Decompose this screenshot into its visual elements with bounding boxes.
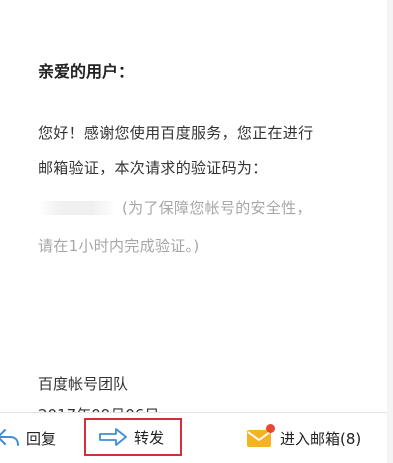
envelope-icon (246, 424, 275, 449)
open-inbox-label: 进入邮箱(8) (280, 429, 362, 448)
email-body-line-2: 邮箱验证，本次请求的验证码为： (38, 159, 268, 177)
reply-arrow-icon (0, 427, 20, 449)
email-date: 2017年09月06日 (38, 404, 159, 412)
forward-label: 转发 (134, 428, 165, 447)
scroll-edge (387, 0, 393, 463)
email-greeting: 亲爱的用户： (38, 62, 135, 81)
unread-badge-dot (266, 424, 275, 433)
email-signature: 百度帐号团队 (38, 375, 129, 393)
reply-label: 回复 (26, 429, 57, 448)
email-body-line-1: 您好！感谢您使用百度服务，您正在进行 (38, 124, 314, 142)
open-inbox-button[interactable]: 进入邮箱(8) (246, 422, 361, 454)
forward-button[interactable]: 转发 (84, 418, 182, 456)
security-note-line-2: 请在1小时内完成验证。) (38, 237, 200, 255)
email-body: 亲爱的用户： 您好！感谢您使用百度服务，您正在进行 邮箱验证，本次请求的验证码为… (0, 0, 393, 412)
verification-code-line: (为了保障您帐号的安全性， (38, 197, 312, 218)
email-action-toolbar: 回复 转发 进入邮箱(8) (0, 412, 393, 463)
security-note-line-1: (为了保障您帐号的安全性， (122, 199, 312, 217)
email-view: 亲爱的用户： 您好！感谢您使用百度服务，您正在进行 邮箱验证，本次请求的验证码为… (0, 0, 393, 463)
verification-code-redacted (38, 201, 116, 215)
forward-arrow-icon (98, 426, 128, 448)
reply-button[interactable]: 回复 (0, 422, 56, 454)
